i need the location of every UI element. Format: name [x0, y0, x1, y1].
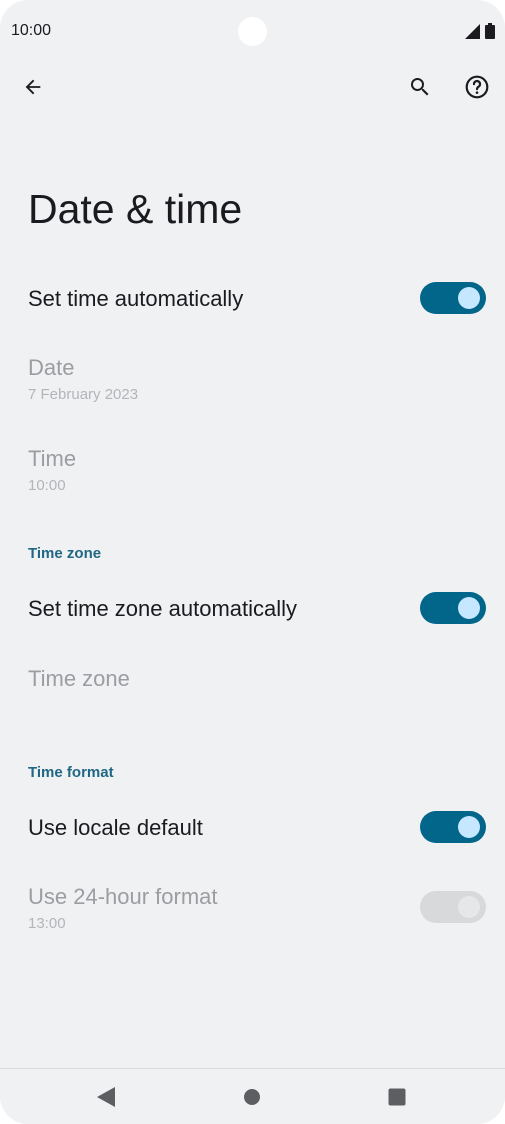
battery-icon	[485, 23, 495, 39]
switch-thumb	[458, 816, 480, 838]
time-zone-label: Time zone	[28, 666, 130, 691]
use-locale-default-switch[interactable]	[420, 811, 486, 843]
signal-icon	[465, 23, 480, 39]
time-row: Time 10:00	[0, 430, 505, 505]
recents-square-icon	[388, 1088, 406, 1106]
set-time-zone-automatically-row[interactable]: Set time zone automatically	[0, 575, 505, 643]
use-locale-default-label: Use locale default	[28, 815, 203, 840]
time-label: Time	[28, 446, 77, 471]
phone-screen: 10:00 Date & time Set time automatically…	[0, 0, 505, 1124]
set-time-automatically-row[interactable]: Set time automatically	[0, 265, 505, 333]
nav-back-button[interactable]	[86, 1081, 126, 1113]
set-time-zone-automatically-label: Set time zone automatically	[28, 596, 298, 621]
switch-thumb	[458, 896, 480, 918]
time-format-section-header: Time format	[28, 764, 114, 781]
back-arrow-icon	[25, 79, 41, 95]
navigation-bar	[0, 1068, 505, 1124]
back-triangle-icon	[97, 1087, 115, 1107]
date-value: 7 February 2023	[28, 386, 139, 403]
time-zone-section-header: Time zone	[28, 545, 102, 562]
nav-recents-button[interactable]	[377, 1081, 417, 1113]
set-time-automatically-label: Set time automatically	[28, 286, 244, 311]
use-24-hour-format-value: 13:00	[28, 915, 66, 932]
date-label: Date	[28, 355, 75, 380]
switch-thumb	[458, 287, 480, 309]
help-button[interactable]	[457, 67, 497, 107]
search-button[interactable]	[400, 67, 440, 107]
switch-thumb	[458, 597, 480, 619]
search-icon	[411, 78, 429, 96]
use-locale-default-row[interactable]: Use locale default	[0, 794, 505, 862]
set-time-automatically-switch[interactable]	[420, 282, 486, 314]
date-row: Date 7 February 2023	[0, 340, 505, 415]
camera-cutout	[238, 17, 267, 46]
time-zone-row: Time zone	[0, 650, 505, 710]
use-24-hour-format-row: Use 24-hour format 13:00	[0, 870, 505, 945]
use-24-hour-format-label: Use 24-hour format	[28, 884, 218, 909]
nav-home-button[interactable]	[232, 1081, 272, 1113]
page-title: Date & time	[28, 186, 243, 232]
status-bar: 10:00	[0, 0, 505, 62]
home-circle-icon	[244, 1089, 260, 1105]
time-value: 10:00	[28, 477, 66, 494]
app-bar	[0, 62, 505, 112]
set-time-zone-automatically-switch[interactable]	[420, 592, 486, 624]
use-24-hour-format-switch	[420, 891, 486, 923]
help-icon	[465, 75, 489, 99]
back-button[interactable]	[13, 67, 53, 107]
status-icons	[465, 23, 495, 39]
status-time: 10:00	[11, 22, 52, 39]
